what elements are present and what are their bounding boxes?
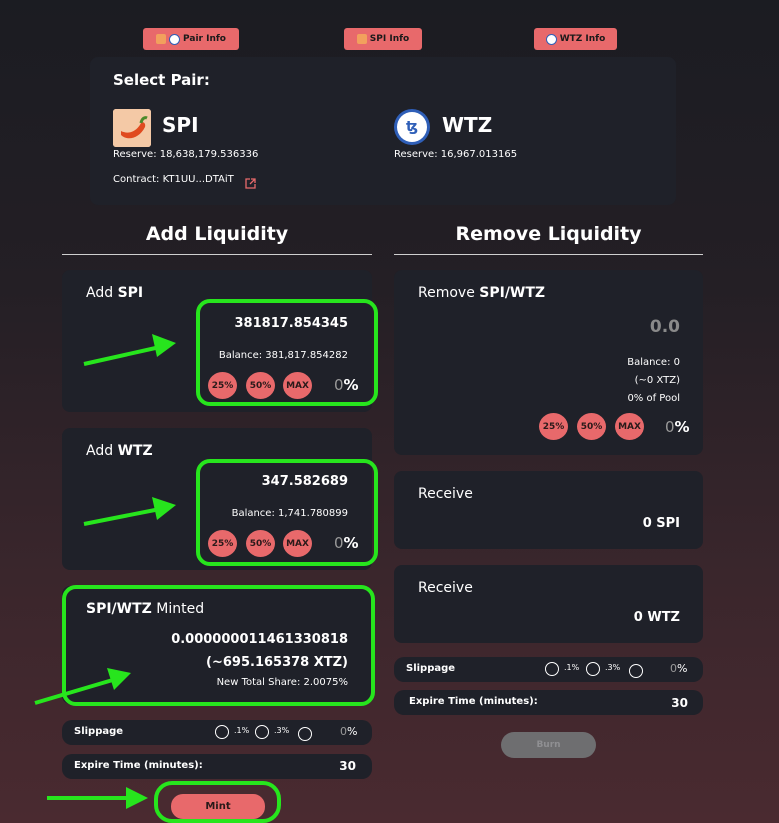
annotation-arrows bbox=[34, 334, 176, 809]
arrow-to-minted-icon bbox=[34, 668, 131, 705]
arrow-to-mint-icon bbox=[47, 787, 148, 809]
arrow-to-add-wtz-icon bbox=[83, 497, 176, 526]
arrow-to-add-spi-icon bbox=[83, 334, 176, 366]
